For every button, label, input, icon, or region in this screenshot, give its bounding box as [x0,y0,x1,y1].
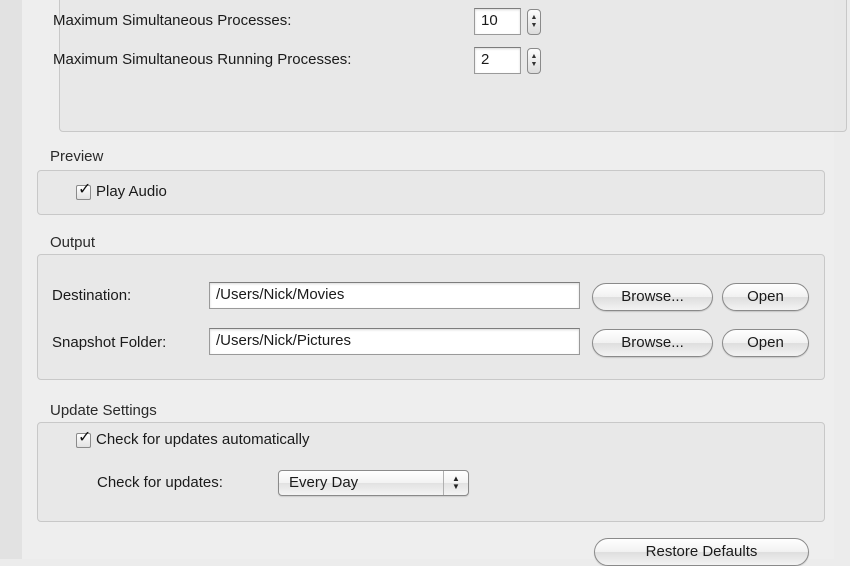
max-running-processes-stepper[interactable]: ▲ ▼ [527,48,541,74]
play-audio-label: Play Audio [96,183,167,200]
snapshot-folder-path-field[interactable]: /Users/Nick/Pictures [209,328,580,355]
update-frequency-label: Check for updates: [97,474,223,491]
preview-section-label: Preview [50,148,104,165]
auto-update-label: Check for updates automatically [96,431,310,448]
restore-defaults-button[interactable]: Restore Defaults [594,538,809,566]
up-down-arrows-icon: ▲ ▼ [443,471,468,495]
auto-update-checkbox[interactable]: ✓ [76,428,91,448]
checkmark-icon: ✓ [78,179,92,198]
snapshot-open-button[interactable]: Open [722,329,809,357]
destination-browse-button[interactable]: Browse... [592,283,713,311]
play-audio-checkbox[interactable]: ✓ [76,180,91,200]
destination-path-field[interactable]: /Users/Nick/Movies [209,282,580,309]
up-down-arrows-icon: ▲ ▼ [530,53,538,68]
update-frequency-value: Every Day [289,474,359,491]
max-simultaneous-processes-label: Maximum Simultaneous Processes: [53,12,292,29]
max-running-processes-label: Maximum Simultaneous Running Processes: [53,51,352,68]
max-simultaneous-processes-stepper[interactable]: ▲ ▼ [527,9,541,35]
destination-open-button[interactable]: Open [722,283,809,311]
output-group [37,254,825,380]
snapshot-browse-button[interactable]: Browse... [592,329,713,357]
snapshot-folder-label: Snapshot Folder: [52,334,167,351]
output-section-label: Output [50,234,96,251]
max-running-processes-field[interactable]: 2 [474,47,521,74]
background-window-edge [0,0,22,559]
max-simultaneous-processes-field[interactable]: 10 [474,8,521,35]
update-frequency-popup[interactable]: Every Day ▲ ▼ [278,470,469,496]
up-down-arrows-icon: ▲ ▼ [530,14,538,29]
checkmark-icon: ✓ [78,427,92,446]
destination-label: Destination: [52,287,132,304]
update-settings-section-label: Update Settings [50,402,157,419]
preferences-panel: Maximum Simultaneous Processes: 10 ▲ ▼ Ma… [22,0,847,566]
